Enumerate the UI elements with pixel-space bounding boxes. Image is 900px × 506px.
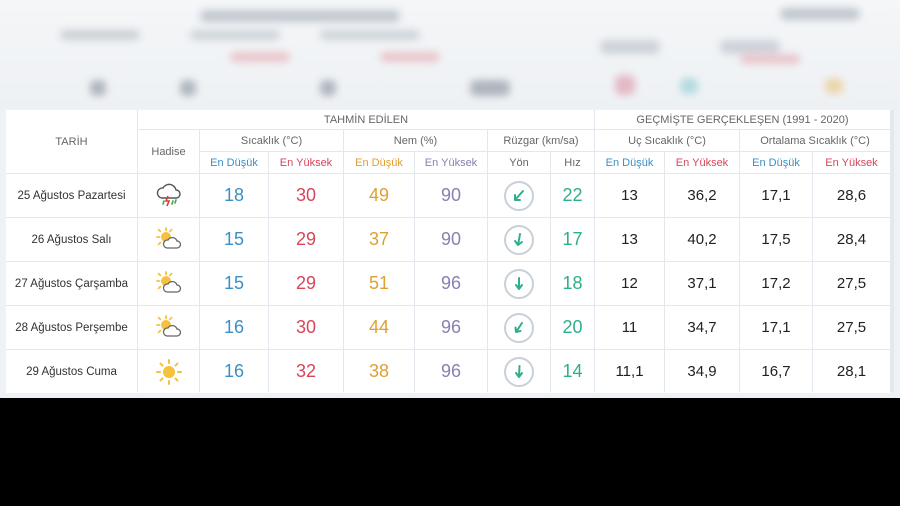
extreme-high-value: 36,2 <box>665 174 739 217</box>
row-date: 29 Ağustos Cuma <box>6 350 137 393</box>
humidity-high-value: 96 <box>415 306 487 349</box>
forecast-table-area: TARİH TAHMİN EDİLEN GEÇMİŞTE GERÇEKLEŞEN… <box>0 108 900 398</box>
partly-cloudy-icon <box>138 218 199 261</box>
wind-speed-header: Hız <box>551 152 594 173</box>
wind-arrow-south-icon <box>504 224 534 255</box>
average-high-value: 28,1 <box>813 350 890 393</box>
average-high-header: En Yüksek <box>813 152 890 173</box>
humidity-high-value: 90 <box>415 218 487 261</box>
humidity-high-value: 96 <box>415 350 487 393</box>
wind-speed-value: 22 <box>551 174 594 217</box>
temp-low-header: En Düşük <box>200 152 268 173</box>
extreme-low-value: 11 <box>595 306 664 349</box>
sunny-icon <box>138 350 199 393</box>
temp-low-value: 16 <box>200 350 268 393</box>
average-low-value: 17,2 <box>740 262 812 305</box>
humidity-high-value: 90 <box>415 174 487 217</box>
average-high-value: 28,4 <box>813 218 890 261</box>
partly-cloudy-icon <box>138 306 199 349</box>
extreme-low-value: 11,1 <box>595 350 664 393</box>
temp-high-value: 30 <box>269 306 343 349</box>
wind-arrow-southwest-icon <box>504 180 534 211</box>
temp-high-value: 30 <box>269 174 343 217</box>
humidity-low-value: 37 <box>344 218 414 261</box>
humidity-high-value: 96 <box>415 262 487 305</box>
row-date: 25 Ağustos Pazartesi <box>6 174 137 217</box>
extreme-low-header: En Düşük <box>595 152 664 173</box>
extreme-high-value: 37,1 <box>665 262 739 305</box>
wind-speed-value: 18 <box>551 262 594 305</box>
temp-high-value: 29 <box>269 262 343 305</box>
average-low-header: En Düşük <box>740 152 812 173</box>
temp-low-value: 15 <box>200 218 268 261</box>
temp-high-header: En Yüksek <box>269 152 343 173</box>
humidity-low-value: 44 <box>344 306 414 349</box>
wind-speed-value: 14 <box>551 350 594 393</box>
wind-arrow-south-icon <box>504 356 534 387</box>
temp-low-value: 15 <box>200 262 268 305</box>
letterbox-bar <box>0 398 900 506</box>
history-group-header: GEÇMİŞTE GERÇEKLEŞEN (1991 - 2020) <box>595 110 890 129</box>
average-low-value: 17,1 <box>740 174 812 217</box>
wind-direction-cell <box>488 306 550 349</box>
temp-low-value: 18 <box>200 174 268 217</box>
extreme-low-value: 12 <box>595 262 664 305</box>
wind-direction-cell <box>488 174 550 217</box>
extreme-high-value: 40,2 <box>665 218 739 261</box>
extreme-high-value: 34,9 <box>665 350 739 393</box>
partly-cloudy-icon <box>138 262 199 305</box>
humidity-low-value: 49 <box>344 174 414 217</box>
extreme-high-value: 34,7 <box>665 306 739 349</box>
row-date: 26 Ağustos Salı <box>6 218 137 261</box>
row-date: 27 Ağustos Çarşamba <box>6 262 137 305</box>
average-high-value: 28,6 <box>813 174 890 217</box>
wind-direction-cell <box>488 262 550 305</box>
event-header: Hadise <box>138 130 199 173</box>
wind-header: Rüzgar (km/sa) <box>488 130 594 151</box>
humidity-low-value: 51 <box>344 262 414 305</box>
average-low-value: 17,1 <box>740 306 812 349</box>
extreme-low-value: 13 <box>595 174 664 217</box>
forecast-group-header: TAHMİN EDİLEN <box>138 110 594 129</box>
temp-low-value: 16 <box>200 306 268 349</box>
extreme-high-header: En Yüksek <box>665 152 739 173</box>
blurred-header-strip <box>0 0 900 108</box>
wind-direction-header: Yön <box>488 152 550 173</box>
humidity-header: Nem (%) <box>344 130 487 151</box>
wind-speed-value: 20 <box>551 306 594 349</box>
average-temperature-header: Ortalama Sıcaklık (°C) <box>740 130 890 151</box>
forecast-table: TARİH TAHMİN EDİLEN GEÇMİŞTE GERÇEKLEŞEN… <box>6 110 894 393</box>
wind-arrow-south-icon <box>504 268 534 299</box>
temperature-header: Sıcaklık (°C) <box>200 130 343 151</box>
thunderstorm-rain-icon <box>138 174 199 217</box>
average-low-value: 17,5 <box>740 218 812 261</box>
wind-arrow-southwest-icon <box>504 312 534 343</box>
humidity-low-value: 38 <box>344 350 414 393</box>
temp-high-value: 32 <box>269 350 343 393</box>
extreme-temperature-header: Uç Sıcaklık (°C) <box>595 130 739 151</box>
average-low-value: 16,7 <box>740 350 812 393</box>
wind-speed-value: 17 <box>551 218 594 261</box>
humidity-low-header: En Düşük <box>344 152 414 173</box>
wind-direction-cell <box>488 350 550 393</box>
average-high-value: 27,5 <box>813 262 890 305</box>
humidity-high-header: En Yüksek <box>415 152 487 173</box>
date-header: TARİH <box>6 110 137 173</box>
extreme-low-value: 13 <box>595 218 664 261</box>
average-high-value: 27,5 <box>813 306 890 349</box>
temp-high-value: 29 <box>269 218 343 261</box>
wind-direction-cell <box>488 218 550 261</box>
row-date: 28 Ağustos Perşembe <box>6 306 137 349</box>
